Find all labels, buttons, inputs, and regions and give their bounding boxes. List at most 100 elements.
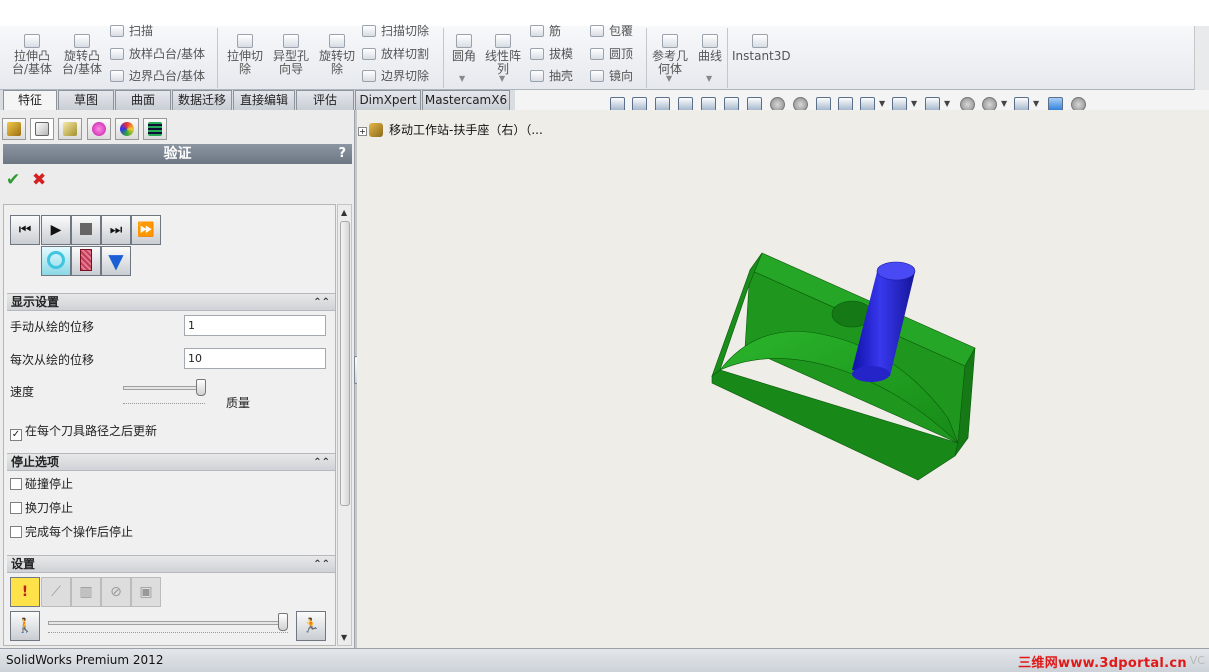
property-manager-title-bar: 验证 ?: [3, 144, 352, 164]
settings-header[interactable]: 设置 ⌃⌃: [7, 555, 335, 573]
fillet-dropdown-icon[interactable]: ▼: [459, 74, 465, 83]
dome-button[interactable]: 圆顶: [590, 45, 633, 63]
property-manager-tab[interactable]: [30, 118, 54, 140]
stop-options-header[interactable]: 停止选项 ⌃⌃: [7, 453, 335, 471]
collapse-chevron-icon[interactable]: ⌃⌃: [313, 454, 330, 471]
speed-label: 速度: [10, 385, 35, 399]
scroll-thumb[interactable]: [340, 221, 350, 506]
hide-show-dropdown-icon[interactable]: ▼: [944, 99, 950, 108]
draft-icon: [530, 48, 544, 60]
verify-warning-button[interactable]: !: [10, 577, 40, 607]
lofted-cut-button[interactable]: 放样切割: [362, 45, 429, 63]
command-tabs: 特征 草图 曲面 数据迁移 直接编辑 评估 DimXpert Mastercam…: [0, 90, 515, 110]
dome-icon: [590, 48, 604, 60]
dimxpert-manager-tab[interactable]: [87, 118, 111, 140]
extrude-boss-button[interactable]: 拉伸凸 台/基体: [9, 34, 55, 76]
play-button[interactable]: ▶: [41, 215, 71, 245]
panel-scrollbar[interactable]: ▲ ▼: [337, 204, 352, 646]
pattern-dropdown-icon[interactable]: ▼: [499, 74, 505, 83]
display-style-dropdown-icon[interactable]: ▼: [911, 99, 917, 108]
stop-on-collision-checkbox[interactable]: 碰撞停止: [10, 477, 73, 491]
tab-mastercam[interactable]: MastercamX6: [422, 90, 510, 110]
revolve-cut-button[interactable]: 旋转切 除: [314, 34, 360, 76]
curves-dropdown-icon[interactable]: ▼: [706, 74, 712, 83]
configuration-manager-tab[interactable]: [58, 118, 82, 140]
scroll-down-icon[interactable]: ▼: [341, 633, 347, 642]
speed-slider-thumb[interactable]: [195, 379, 206, 396]
view-orientation-dropdown-icon[interactable]: ▼: [879, 99, 885, 108]
wrap-button[interactable]: 包覆: [590, 22, 633, 40]
tree-root-label[interactable]: 移动工作站-扶手座（右）（...: [389, 123, 543, 137]
ok-checkmark-icon[interactable]: ✔: [6, 170, 20, 190]
show-tool-button[interactable]: [41, 246, 71, 276]
collision-check-button[interactable]: ⊘: [101, 577, 131, 607]
extrude-cut-button[interactable]: 拉伸切 除: [222, 34, 268, 76]
swept-cut-button[interactable]: 扫描切除: [362, 22, 429, 40]
tab-surfaces[interactable]: 曲面: [115, 90, 171, 110]
rewind-to-start-button[interactable]: ⏮: [10, 215, 40, 245]
run-speed-button[interactable]: 🏃: [296, 611, 326, 641]
scene-dropdown-icon[interactable]: ▼: [1001, 99, 1007, 108]
step-forward-button[interactable]: ⏭: [101, 215, 131, 245]
tab-data-migration[interactable]: 数据迁移: [172, 90, 232, 110]
expand-tree-icon[interactable]: +: [358, 127, 367, 136]
stop-on-tool-change-checkbox[interactable]: 换刀停止: [10, 501, 73, 515]
filter-button[interactable]: ▼: [101, 246, 131, 276]
stop-after-each-op-checkbox[interactable]: 完成每个操作后停止: [10, 525, 133, 539]
boundary-cut-icon: [362, 70, 376, 82]
extrude-boss-icon: [24, 34, 40, 48]
stop-button[interactable]: [71, 215, 101, 245]
tab-sketch[interactable]: 草图: [58, 90, 114, 110]
sweep-button[interactable]: 扫描: [110, 22, 153, 40]
save-stl-button[interactable]: ▣: [131, 577, 161, 607]
chart-button[interactable]: ▥: [71, 577, 101, 607]
collapse-chevron-icon[interactable]: ⌃⌃: [313, 556, 330, 573]
update-after-toolpath-checkbox[interactable]: ✓ 在每个刀具路径之后更新: [10, 424, 157, 441]
scroll-up-icon[interactable]: ▲: [341, 208, 347, 217]
display-manager-tab[interactable]: [115, 118, 139, 140]
rib-button[interactable]: 筋: [530, 22, 561, 40]
step-forward-icon: ⏭: [109, 222, 123, 238]
manual-offset-input[interactable]: 1: [184, 315, 326, 336]
boundary-boss-button[interactable]: 边界凸台/基体: [110, 67, 205, 85]
mastercam-manager-tab[interactable]: [143, 118, 167, 140]
warning-icon: !: [21, 584, 29, 600]
part-3d-model[interactable]: [700, 248, 990, 488]
simulation-speed-slider-track[interactable]: [48, 621, 288, 625]
view-settings-dropdown-icon[interactable]: ▼: [1033, 99, 1039, 108]
linear-pattern-button[interactable]: 线性阵 列: [480, 34, 526, 76]
feature-tree-tab[interactable]: [2, 118, 26, 140]
tab-evaluate[interactable]: 评估: [296, 90, 354, 110]
hole-wizard-button[interactable]: 异型孔 向导: [268, 34, 314, 76]
step-offset-input[interactable]: 10: [184, 348, 326, 369]
display-settings-header[interactable]: 显示设置 ⌃⌃: [7, 293, 335, 311]
tab-direct-editing[interactable]: 直接编辑: [233, 90, 295, 110]
instant3d-button[interactable]: Instant3D: [732, 34, 791, 63]
draft-button[interactable]: 拔模: [530, 45, 573, 63]
fast-forward-button[interactable]: ⏩: [131, 215, 161, 245]
shell-button[interactable]: 抽壳: [530, 67, 573, 85]
boundary-cut-button[interactable]: 边界切除: [362, 67, 429, 85]
mirror-button[interactable]: 镜向: [590, 67, 633, 85]
tab-dimxpert[interactable]: DimXpert: [355, 90, 421, 110]
command-manager-ribbon: 拉伸凸 台/基体 旋转凸 台/基体 扫描 放样凸台/基体 边界凸台/基体 拉伸切…: [0, 24, 1194, 90]
speed-slider-track[interactable]: [123, 386, 205, 390]
ribbon-scrollbar[interactable]: [1194, 26, 1209, 90]
help-button[interactable]: ?: [338, 144, 346, 164]
walk-speed-button[interactable]: 🚶: [10, 611, 40, 641]
revolve-boss-icon: [74, 34, 90, 48]
rewind-icon: ⏮: [18, 222, 32, 238]
revolve-boss-button[interactable]: 旋转凸 台/基体: [59, 34, 105, 76]
collapse-chevron-icon[interactable]: ⌃⌃: [313, 294, 330, 311]
hole-wizard-icon: [283, 34, 299, 48]
tool-holder-button[interactable]: ⟋: [41, 577, 71, 607]
ref-geometry-dropdown-icon[interactable]: ▼: [666, 74, 672, 83]
loft-boss-button[interactable]: 放样凸台/基体: [110, 45, 205, 63]
solidworks-window: 拉伸凸 台/基体 旋转凸 台/基体 扫描 放样凸台/基体 边界凸台/基体 拉伸切…: [0, 0, 1209, 672]
show-stock-button[interactable]: [71, 246, 101, 276]
extrude-cut-icon: [237, 34, 253, 48]
cancel-x-icon[interactable]: ✖: [32, 170, 46, 190]
tab-features[interactable]: 特征: [3, 90, 57, 110]
slider-ticks: [48, 629, 288, 633]
checkbox-icon: [10, 478, 22, 490]
